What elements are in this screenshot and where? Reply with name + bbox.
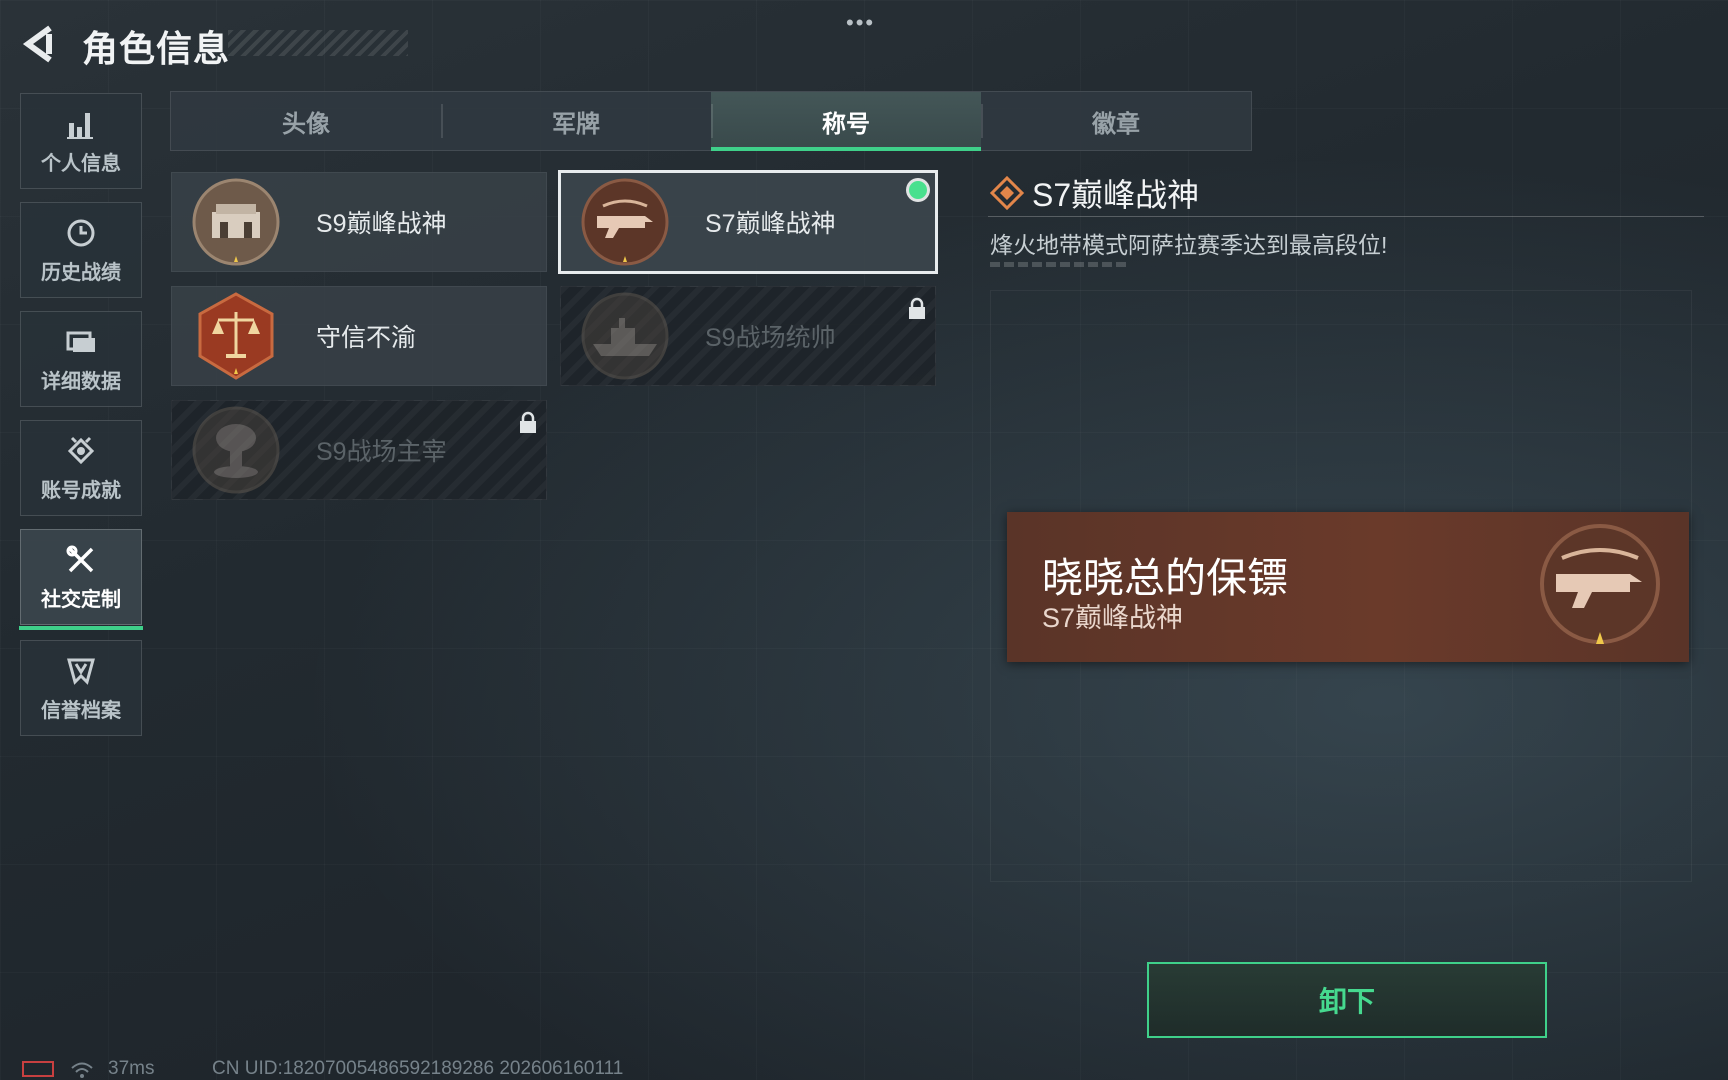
- detail-title-text: S7巅峰战神: [1032, 177, 1200, 213]
- user-uid: CN UID:18207005486592189286 202606160111: [212, 1058, 624, 1079]
- title-name: S9战场主宰: [316, 438, 447, 466]
- detail-description: 烽火地带模式阿萨拉赛季达到最高段位!: [990, 232, 1388, 258]
- scales-badge-icon: [198, 292, 274, 380]
- lock-icon: [909, 297, 925, 319]
- title-card[interactable]: 守信不渝: [171, 286, 547, 386]
- sidebar-item-match-history[interactable]: 历史战绩: [20, 202, 142, 298]
- detail-title: S7巅峰战神: [990, 170, 1199, 216]
- bar-chart-icon: [67, 112, 93, 139]
- network-latency: 37ms: [108, 1058, 155, 1079]
- equipped-indicator: [909, 181, 927, 199]
- medal-icon: [67, 436, 95, 464]
- fortress-badge-icon: [192, 178, 280, 266]
- tab-title[interactable]: 称号: [711, 92, 981, 151]
- detail-decoration: [990, 262, 1126, 267]
- sidebar-item-label: 信誉档案: [41, 699, 121, 722]
- title-name: S9巅峰战神: [316, 210, 447, 238]
- more-options-button[interactable]: •••: [846, 10, 875, 36]
- sidebar-item-label: 历史战绩: [41, 261, 121, 284]
- tab-badge[interactable]: 徽章: [981, 92, 1251, 150]
- rifle-badge-icon: [581, 178, 669, 266]
- page-title: 角色信息: [82, 28, 231, 69]
- battery-icon: [22, 1061, 54, 1077]
- sidebar-item-label: 个人信息: [41, 152, 121, 175]
- title-card-locked[interactable]: S9战场主宰: [171, 400, 547, 500]
- title-name: S7巅峰战神: [705, 210, 836, 238]
- diamond-icon: [990, 176, 1024, 210]
- explosion-badge-icon: [192, 406, 280, 494]
- sidebar-item-reputation[interactable]: 信誉档案: [20, 640, 142, 736]
- tab-dog-tag[interactable]: 军牌: [441, 92, 711, 150]
- title-card-locked[interactable]: S9战场统帅: [560, 286, 936, 386]
- title-name: S9战场统帅: [705, 324, 836, 352]
- wifi-icon: [71, 1062, 93, 1078]
- folder-icon: [66, 331, 95, 352]
- clock-icon: [67, 219, 95, 246]
- title-decoration: [228, 30, 408, 56]
- title-name: 守信不渝: [316, 324, 417, 352]
- preview-title: S7巅峰战神: [1042, 603, 1184, 633]
- sidebar-item-social-custom[interactable]: 社交定制: [19, 529, 143, 630]
- sidebar-item-label: 账号成就: [41, 479, 121, 502]
- tools-icon: [66, 545, 94, 572]
- divider: [988, 216, 1704, 217]
- back-button[interactable]: [20, 24, 60, 64]
- rifle-badge-icon: [1540, 524, 1660, 644]
- title-card-selected[interactable]: S7巅峰战神: [558, 170, 938, 274]
- warship-badge-icon: [581, 292, 669, 380]
- lock-icon: [520, 411, 536, 433]
- back-arrow-icon: [22, 25, 52, 63]
- sidebar-item-label: 详细数据: [41, 370, 121, 393]
- title-card[interactable]: S9巅峰战神: [171, 172, 547, 272]
- shield-icon: [67, 658, 95, 685]
- sidebar-item-detailed-data[interactable]: 详细数据: [20, 311, 142, 407]
- sidebar-item-achievements[interactable]: 账号成就: [20, 420, 142, 516]
- preview-player-name: 晓晓总的保镖: [1042, 555, 1288, 601]
- sidebar-item-personal-info[interactable]: 个人信息: [20, 93, 142, 189]
- tab-avatar[interactable]: 头像: [171, 92, 441, 150]
- category-tabs: 头像 军牌 称号 徽章: [170, 91, 1252, 151]
- sidebar-item-label: 社交定制: [41, 588, 121, 611]
- unequip-button[interactable]: 卸下: [1147, 962, 1547, 1038]
